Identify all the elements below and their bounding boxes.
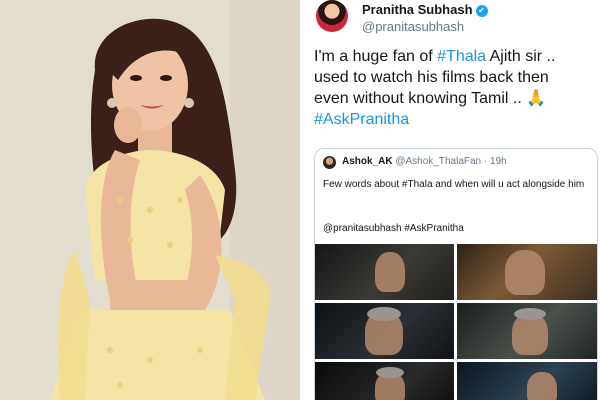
author-handle: @pranitasubhash [362, 19, 465, 34]
quoted-header: Ashok_AK @Ashok_ThalaFan · 19h [342, 156, 507, 167]
quoted-avatar [323, 156, 336, 169]
photo-woman [0, 0, 300, 400]
quoted-image-grid[interactable] [315, 244, 597, 400]
quoted-text: Few words about #Thala and when will u a… [323, 179, 585, 190]
quoted-image-1[interactable] [315, 244, 454, 300]
quoted-tweet[interactable]: Ashok_AK @Ashok_ThalaFan · 19h Few words… [314, 148, 598, 400]
photo-illustration [0, 0, 300, 400]
tweet-text-line3: even without knowing Tamil .. [314, 90, 522, 107]
hashtag-thala-link[interactable]: #Thala [437, 48, 486, 65]
quoted-image-4[interactable] [457, 303, 597, 359]
hashtag-askpranitha-link[interactable]: #AskPranitha [314, 111, 409, 128]
quoted-image-3[interactable] [315, 303, 454, 359]
author-avatar[interactable] [316, 0, 348, 32]
tweet-text-line1-pre: I'm a huge fan of [314, 48, 438, 65]
author-block[interactable]: Pranitha Subhash ✔ @pranitasubhash [362, 2, 488, 34]
quoted-image-6[interactable] [457, 362, 597, 400]
quoted-name: Ashok_AK [342, 156, 393, 167]
quoted-image-5[interactable] [315, 362, 454, 400]
folded-hands-icon: 🙏 [526, 90, 547, 107]
author-name: Pranitha Subhash [362, 2, 473, 17]
quoted-handle: @Ashok_ThalaFan [395, 156, 482, 167]
quoted-mentions: @pranitasubhash #AskPranitha [323, 223, 464, 234]
tweet-card: Pranitha Subhash ✔ @pranitasubhash I'm a … [300, 0, 600, 400]
verified-badge-icon: ✔ [475, 5, 488, 17]
quoted-time: 19h [490, 156, 507, 167]
tweet-text-line2: used to watch his films back then [314, 69, 549, 86]
quoted-separator: · [483, 156, 488, 167]
quoted-image-2[interactable] [457, 244, 597, 300]
tweet-text: I'm a huge fan of #Thala Ajith sir .. us… [314, 46, 594, 130]
tweet-text-line1-post: Ajith sir .. [486, 48, 556, 65]
